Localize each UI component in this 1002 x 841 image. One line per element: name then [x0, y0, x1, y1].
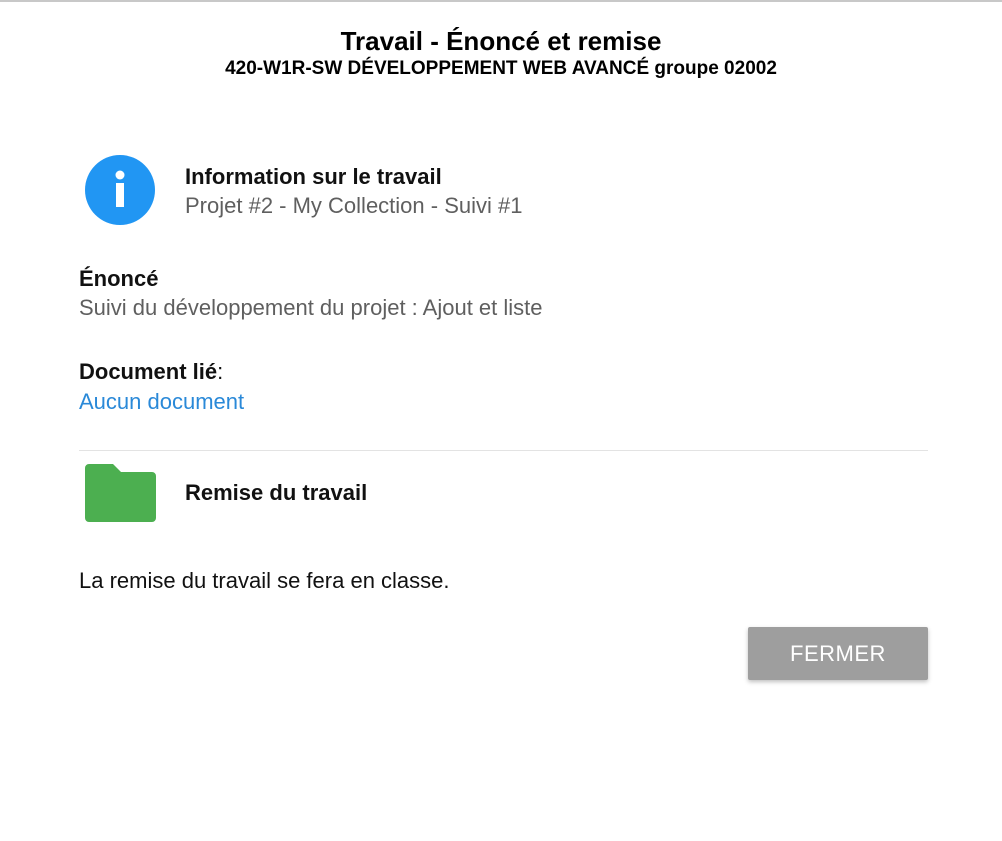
dialog-title: Travail - Énoncé et remise: [340, 26, 662, 56]
submission-heading: Remise du travail: [185, 480, 368, 505]
linked-document-section: Document lié: Aucun document: [79, 358, 244, 418]
folder-icon: [85, 464, 156, 522]
statement-text: Suivi du développement du projet : Ajout…: [79, 295, 543, 320]
statement-section: Énoncé Suivi du développement du projet …: [79, 265, 543, 323]
assignment-info-heading: Information sur le travail: [185, 164, 442, 189]
linked-document-heading: Document lié:: [79, 358, 244, 386]
assignment-info-section: Information sur le travail Projet #2 - M…: [85, 155, 928, 229]
course-subtitle: 420-W1R-SW DÉVELOPPEMENT WEB AVANCÉ grou…: [225, 58, 777, 79]
section-divider: [79, 450, 928, 451]
assignment-name: Projet #2 - My Collection - Suivi #1: [185, 193, 523, 218]
submission-section: Remise du travail: [85, 464, 928, 524]
linked-document-label: Document lié: [79, 359, 218, 384]
linked-document-link[interactable]: Aucun document: [79, 389, 244, 414]
info-icon: [85, 155, 155, 225]
close-button[interactable]: FERMER: [748, 627, 928, 680]
statement-heading: Énoncé: [79, 266, 159, 291]
submission-text: La remise du travail se fera en classe.: [79, 568, 450, 593]
dialog-header: Travail - Énoncé et remise 420-W1R-SW DÉ…: [0, 26, 1002, 80]
linked-document-separator: :: [217, 359, 224, 384]
assignment-info-text: Information sur le travail Projet #2 - M…: [185, 163, 522, 221]
